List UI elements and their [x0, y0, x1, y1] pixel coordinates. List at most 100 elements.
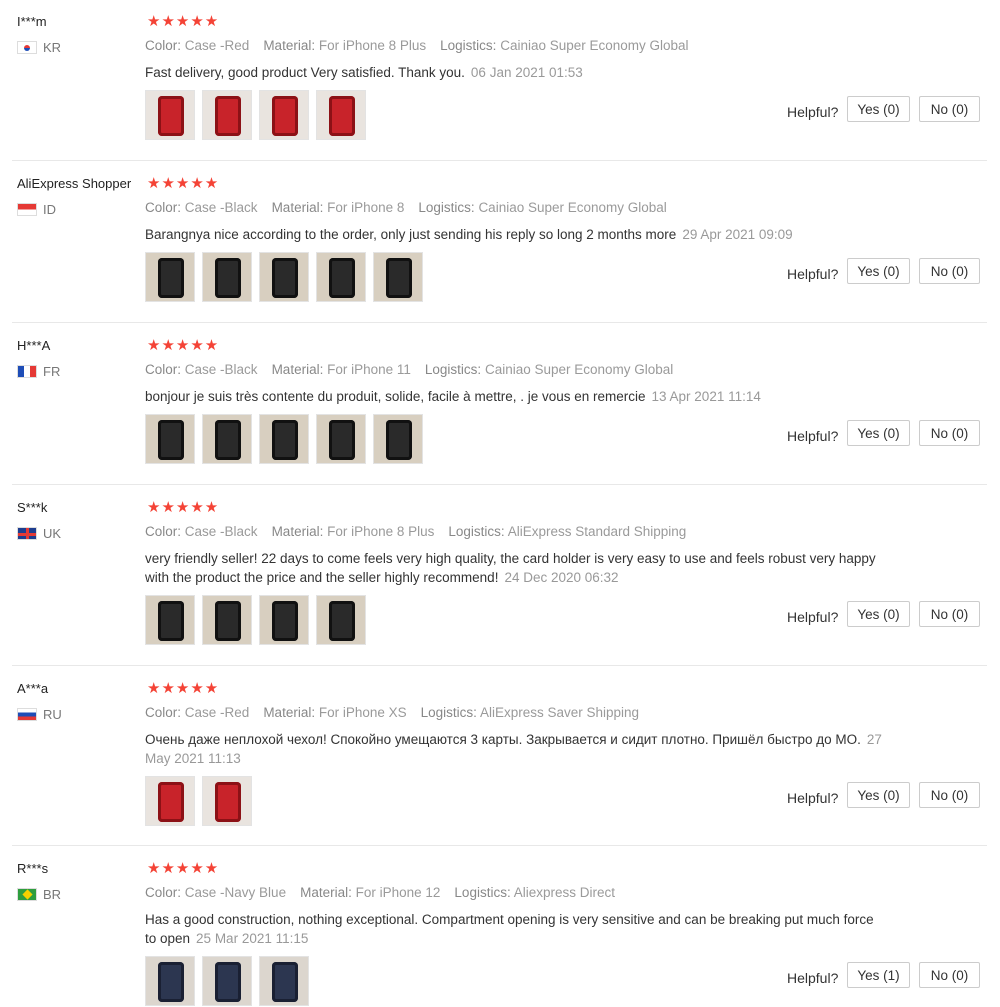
- review-photo-thumb[interactable]: [202, 595, 252, 645]
- review-photo-thumb[interactable]: [202, 414, 252, 464]
- red-case-photo: [215, 96, 241, 136]
- review-body: Barangnya nice according to the order, o…: [145, 227, 677, 242]
- review-photo-thumb[interactable]: [202, 90, 252, 140]
- review-photo-thumb[interactable]: [202, 776, 252, 826]
- flag-kr-emblem: [24, 45, 30, 51]
- country-code: BR: [43, 887, 62, 902]
- black-case-photo: [215, 420, 241, 460]
- logistics-value: Cainiao Super Economy Global: [478, 200, 667, 215]
- black-case-photo: [158, 601, 184, 641]
- review-photo-thumb[interactable]: [202, 956, 252, 1006]
- reviewer-name: R***s: [17, 861, 49, 876]
- review-photo-thumb[interactable]: [202, 252, 252, 302]
- black-case-photo: [386, 258, 412, 298]
- review-photo-thumb[interactable]: [259, 414, 309, 464]
- review-divider: [12, 160, 987, 161]
- color-value: Case -Navy Blue: [184, 885, 287, 900]
- review-photo-thumb[interactable]: [259, 956, 309, 1006]
- review-item: A***a RU ★★★★★ Color: Case -Red Material: Fo…: [0, 667, 1000, 827]
- review-photo-thumb[interactable]: [373, 414, 423, 464]
- review-photos: [145, 414, 423, 464]
- reviewer-name: A***a: [17, 681, 49, 696]
- review-photo-thumb[interactable]: [316, 90, 366, 140]
- material-label: Material:: [271, 524, 324, 539]
- black-case-photo: [158, 420, 184, 460]
- material-value: For iPhone 8 Plus: [318, 38, 427, 53]
- logistics-value: Cainiao Super Economy Global: [500, 38, 689, 53]
- flag-fr-icon: [17, 365, 37, 378]
- red-case-photo: [329, 96, 355, 136]
- review-text: Has a good construction, nothing excepti…: [145, 910, 885, 948]
- review-photo-thumb[interactable]: [145, 595, 195, 645]
- material-label: Material:: [263, 705, 316, 720]
- country-code: FR: [43, 364, 61, 379]
- review-body: Fast delivery, good product Very satisfi…: [145, 65, 465, 80]
- logistics-label: Logistics:: [424, 362, 482, 377]
- country-code: UK: [43, 526, 62, 541]
- logistics-label: Logistics:: [420, 705, 477, 720]
- material-value: For iPhone XS: [318, 705, 407, 720]
- logistics-value: AliExpress Saver Shipping: [479, 705, 640, 720]
- review-divider: [12, 665, 987, 666]
- review-photo-thumb[interactable]: [259, 595, 309, 645]
- logistics-value: Cainiao Super Economy Global: [484, 362, 674, 377]
- review-photo-thumb[interactable]: [145, 252, 195, 302]
- review-photo-thumb[interactable]: [145, 956, 195, 1006]
- helpful-yes-button[interactable]: Yes (0): [847, 601, 910, 627]
- rating-stars: ★★★★★: [147, 337, 220, 354]
- helpful-no-button[interactable]: No (0): [919, 258, 980, 284]
- review-photos: [145, 90, 366, 140]
- review-photo-thumb[interactable]: [316, 595, 366, 645]
- black-case-photo: [329, 258, 355, 298]
- helpful-no-button[interactable]: No (0): [919, 962, 980, 988]
- red-case-photo: [272, 96, 298, 136]
- color-value: Case -Red: [184, 38, 250, 53]
- helpful-yes-button[interactable]: Yes (1): [847, 962, 910, 988]
- helpful-label: Helpful?: [787, 790, 839, 806]
- helpful-yes-button[interactable]: Yes (0): [847, 782, 910, 808]
- material-value: For iPhone 11: [327, 362, 411, 377]
- review-text: bonjour je suis très contente du produit…: [145, 387, 885, 406]
- black-case-photo: [158, 258, 184, 298]
- review-photo-thumb[interactable]: [373, 252, 423, 302]
- review-date: 13 Apr 2021 11:14: [651, 389, 761, 404]
- review-divider: [12, 322, 987, 323]
- review-photo-thumb[interactable]: [316, 252, 366, 302]
- helpful-no-button[interactable]: No (0): [919, 96, 980, 122]
- color-label: Color:: [145, 38, 182, 53]
- black-case-photo: [215, 258, 241, 298]
- review-photo-thumb[interactable]: [145, 776, 195, 826]
- black-case-photo: [272, 420, 298, 460]
- review-divider: [12, 484, 987, 485]
- review-photo-thumb[interactable]: [316, 414, 366, 464]
- helpful-yes-button[interactable]: Yes (0): [847, 420, 910, 446]
- review-photo-thumb[interactable]: [259, 90, 309, 140]
- color-value: Case -Red: [184, 705, 250, 720]
- black-case-photo: [272, 258, 298, 298]
- helpful-label: Helpful?: [787, 104, 839, 120]
- review-photo-thumb[interactable]: [145, 90, 195, 140]
- review-photo-thumb[interactable]: [259, 252, 309, 302]
- logistics-label: Logistics:: [448, 524, 505, 539]
- helpful-yes-button[interactable]: Yes (0): [847, 258, 910, 284]
- helpful-yes-button[interactable]: Yes (0): [847, 96, 910, 122]
- material-label: Material:: [271, 362, 324, 377]
- sku-properties: Color: Case -Black Material: For iPhone 8…: [145, 200, 681, 215]
- helpful-no-button[interactable]: No (0): [919, 782, 980, 808]
- color-value: Case -Black: [184, 362, 258, 377]
- helpful-no-button[interactable]: No (0): [919, 420, 980, 446]
- color-value: Case -Black: [184, 524, 258, 539]
- review-text: Barangnya nice according to the order, o…: [145, 225, 885, 244]
- review-body: bonjour je suis très contente du produit…: [145, 389, 646, 404]
- rating-stars: ★★★★★: [147, 13, 220, 30]
- review-photos: [145, 252, 423, 302]
- review-item: S***k UK ★★★★★ Color: Case -Black Material: …: [0, 486, 1000, 646]
- review-divider: [12, 845, 987, 846]
- review-date: 24 Dec 2020 06:32: [504, 570, 619, 585]
- review-item: H***A FR ★★★★★ Color: Case -Black Material: …: [0, 324, 1000, 484]
- review-photo-thumb[interactable]: [145, 414, 195, 464]
- reviewer-name: AliExpress Shopper: [17, 176, 132, 191]
- helpful-no-button[interactable]: No (0): [919, 601, 980, 627]
- navy-case-photo: [272, 962, 298, 1002]
- helpful-label: Helpful?: [787, 428, 839, 444]
